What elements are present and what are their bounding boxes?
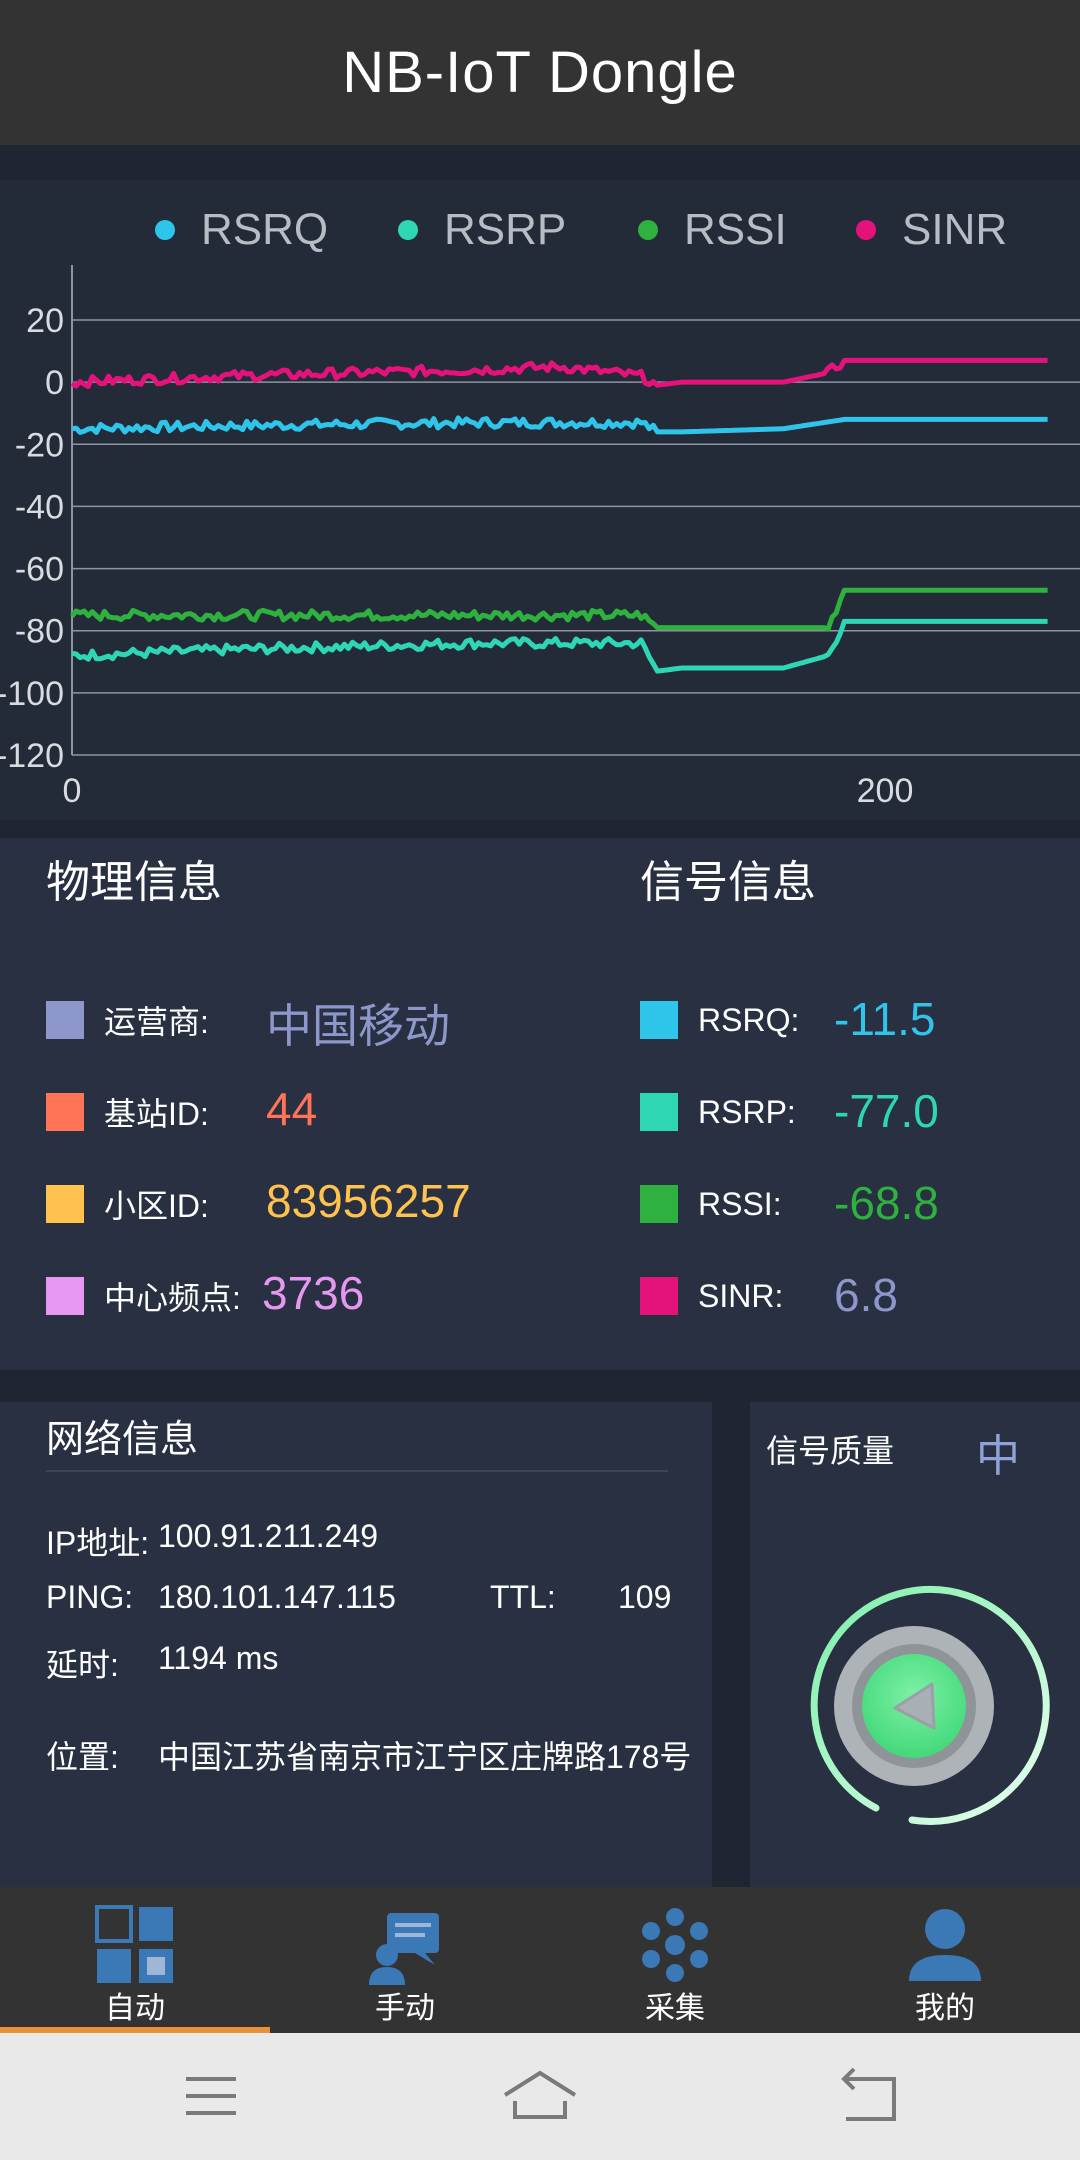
ping-value: 180.101.147.115 — [158, 1579, 396, 1615]
divider — [0, 1370, 1080, 1402]
cell-id-row: 小区ID: — [46, 1176, 209, 1232]
person-icon — [909, 1909, 981, 1981]
tab-mine-label: 我的 — [915, 1992, 975, 2025]
chart-plot-area: 200-20-40-60-80-100-1200 200 — [0, 265, 1080, 810]
back-icon[interactable] — [824, 2061, 914, 2131]
menu-icon[interactable] — [166, 2061, 256, 2131]
series-line-rsrp — [71, 618, 1048, 674]
base-station-row: 基站ID: — [46, 1084, 209, 1140]
sinr-value: 6.8 — [834, 1269, 898, 1321]
y-tick-label: -120 — [0, 737, 64, 775]
divider — [46, 1470, 668, 1472]
delay-label: 延时: — [46, 1647, 119, 1683]
signal-chart: RSRQ RSRP RSSI SINR 20 0 -20 -40 -60 -80 -100-… — [0, 180, 1080, 838]
center-freq-row: 中心频点: — [46, 1268, 241, 1324]
cell-id-label: 小区ID: — [104, 1188, 209, 1224]
physical-info-title: 物理信息 — [46, 858, 222, 907]
sinr-row: SINR: — [640, 1268, 783, 1324]
location-label: 位置: — [46, 1739, 119, 1775]
base-station-label: 基站ID: — [104, 1096, 209, 1132]
network-info-title: 网络信息 — [46, 1419, 199, 1461]
tab-auto[interactable]: 自动 — [0, 1887, 270, 2033]
base-station-value: 44 — [266, 1083, 318, 1135]
ip-label: IP地址: — [46, 1525, 150, 1561]
operator-value: 中国移动 — [266, 1000, 450, 1052]
signal-quality-panel: 信号质量 中 — [750, 1402, 1080, 1887]
system-nav-bar — [0, 2033, 1080, 2160]
rssi-row: RSSI: — [640, 1176, 782, 1232]
sinr-label: SINR: — [698, 1277, 784, 1314]
center-freq-swatch — [46, 1277, 84, 1315]
location-value: 中国江苏省南京市江宁区庄牌路178号 — [158, 1739, 692, 1775]
cell-id-value: 83956257 — [266, 1175, 471, 1227]
y-tick-label: -100 — [0, 675, 64, 713]
rsrp-value: -77.0 — [834, 1085, 939, 1137]
sinr-swatch — [640, 1277, 678, 1315]
y-tick-label: -80 — [15, 613, 64, 651]
ping-label: PING: — [46, 1579, 134, 1615]
series-line-rsrq — [71, 415, 1048, 435]
center-freq-label: 中心频点: — [104, 1280, 241, 1316]
y-tick-label: -40 — [15, 488, 64, 526]
info-panel: 物理信息 信号信息 运营商: 中国移动 基站ID: 44 小区ID: 83956… — [0, 838, 1080, 1370]
rsrq-value: -11.5 — [834, 993, 936, 1045]
ttl-value: 109 — [618, 1579, 672, 1615]
tab-collect[interactable]: 采集 — [540, 1887, 810, 2033]
center-freq-value: 3736 — [262, 1267, 365, 1319]
tab-manual[interactable]: 手动 — [270, 1887, 540, 2033]
collect-icon — [642, 1908, 708, 1982]
tab-auto-label: 自动 — [105, 1992, 165, 2025]
home-icon[interactable] — [495, 2061, 585, 2131]
divider — [0, 820, 1080, 838]
rssi-swatch — [640, 1185, 678, 1223]
rsrp-label: RSRP: — [698, 1093, 796, 1130]
ttl-label: TTL: — [490, 1579, 556, 1615]
x-tick-label: 200 — [857, 772, 914, 810]
manual-icon — [369, 1913, 439, 1985]
rsrq-swatch — [640, 1001, 678, 1039]
cell-id-swatch — [46, 1185, 84, 1223]
y-tick-label: 20 — [26, 302, 64, 340]
divider — [712, 1402, 750, 1887]
rsrq-label: RSRQ: — [698, 1001, 800, 1038]
rsrp-swatch — [640, 1093, 678, 1131]
grid-icon — [95, 1905, 173, 1983]
app-header: NB-IoT Dongle — [0, 0, 1080, 145]
signal-quality-gauge — [810, 1585, 1050, 1825]
operator-row: 运营商: — [46, 992, 209, 1048]
tab-mine[interactable]: 我的 — [810, 1887, 1080, 2033]
x-tick-label: 0 — [63, 772, 82, 810]
app-title: NB-IoT Dongle — [342, 40, 738, 105]
operator-swatch — [46, 1001, 84, 1039]
rssi-label: RSSI: — [698, 1185, 782, 1222]
base-station-swatch — [46, 1093, 84, 1131]
network-info-panel: 网络信息 IP地址: 100.91.211.249 PING: 180.101.… — [0, 1402, 712, 1887]
tab-manual-label: 手动 — [375, 1992, 435, 2025]
tab-collect-label: 采集 — [645, 1992, 705, 2025]
spacer — [0, 145, 1080, 180]
y-tick-label: 0 — [45, 364, 64, 402]
operator-label: 运营商: — [104, 1004, 209, 1040]
rsrq-row: RSRQ: — [640, 992, 799, 1048]
rsrp-row: RSRP: — [640, 1084, 796, 1140]
y-tick-label: -20 — [15, 426, 64, 464]
signal-info-title: 信号信息 — [640, 858, 816, 907]
rssi-value: -68.8 — [834, 1177, 939, 1229]
y-tick-label: -60 — [15, 551, 64, 589]
bottom-tab-bar: 自动 手动 采集 我的 — [0, 1887, 1080, 2033]
delay-value: 1194 ms — [158, 1640, 279, 1676]
ip-value: 100.91.211.249 — [158, 1518, 379, 1554]
